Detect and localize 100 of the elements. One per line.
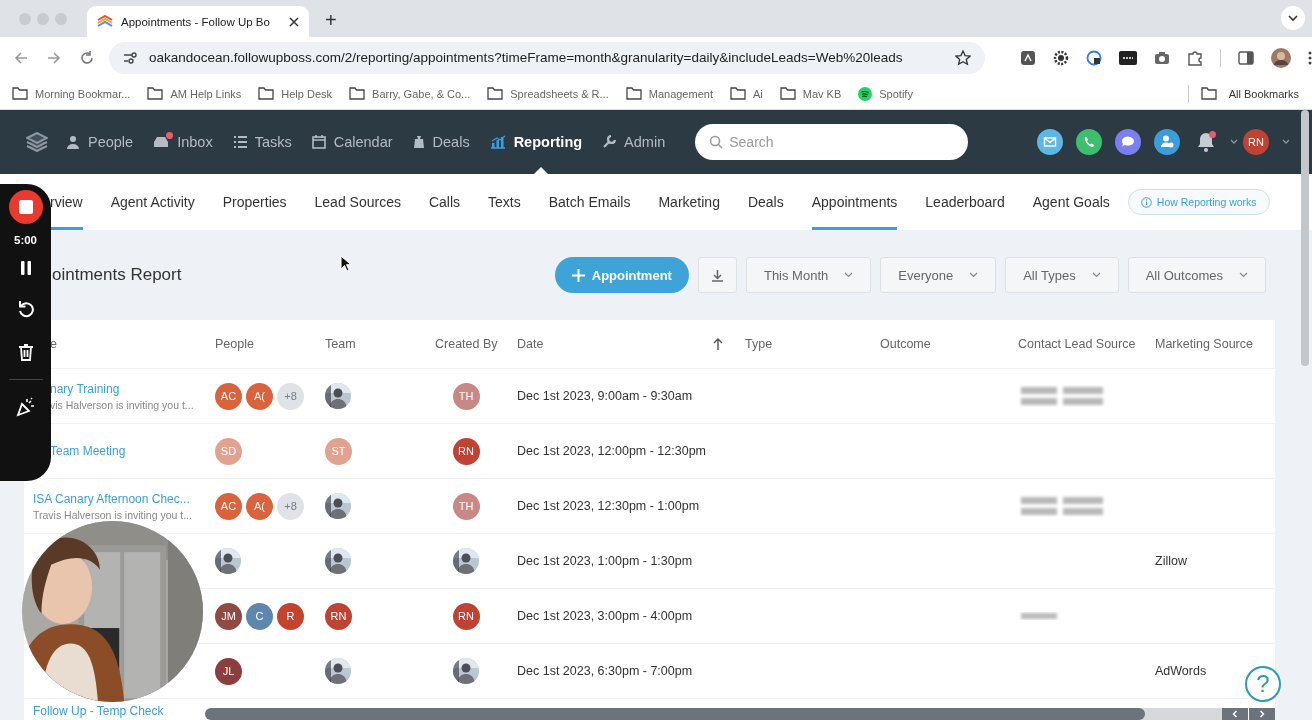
- date-cell: Dec 1st 2023, 1:00pm - 1:30pm: [517, 554, 693, 568]
- mail-icon[interactable]: [1037, 129, 1063, 155]
- bookmark-link[interactable]: Spreadsheets & R...: [510, 87, 609, 100]
- bookmark-link[interactable]: Mav KB: [802, 87, 842, 100]
- initials-avatar: AC: [215, 492, 242, 520]
- pause-icon[interactable]: [19, 261, 32, 275]
- address-bar[interactable]: oakandocean.followupboss.com/2/reporting/appointments?timeFrame=month&granularity=daily&includeLeads=Web%20leads: [108, 41, 985, 74]
- bell-icon[interactable]: [1195, 131, 1217, 153]
- date-cell: Dec 1st 2023, 12:30pm - 1:00pm: [517, 499, 700, 513]
- bookmark-link[interactable]: Barry, Gabe, & Co...: [372, 87, 471, 100]
- chevron-down-icon[interactable]: [1280, 5, 1306, 31]
- scroll-left-icon[interactable]: [1222, 708, 1248, 720]
- nav-item[interactable]: Deals: [412, 110, 470, 174]
- report-tab[interactable]: Deals: [747, 174, 784, 230]
- puzzle-icon[interactable]: [1187, 49, 1203, 66]
- column-header[interactable]: Type: [745, 337, 773, 351]
- forward-arrow-icon[interactable]: [46, 50, 61, 65]
- new-tab-button[interactable]: +: [315, 9, 347, 37]
- filter-dropdown[interactable]: This Month: [745, 257, 872, 293]
- extension-icon[interactable]: [1020, 49, 1036, 66]
- stacked-layers-logo-icon[interactable]: [26, 132, 48, 152]
- nav-item[interactable]: Calendar: [311, 110, 393, 174]
- vertical-scrollbar[interactable]: [1301, 110, 1309, 366]
- report-tab[interactable]: Leaderboard: [925, 174, 1005, 230]
- gear-icon[interactable]: [1053, 49, 1069, 66]
- report-tab[interactable]: Appointments: [811, 174, 898, 230]
- report-tab[interactable]: Calls: [428, 174, 461, 230]
- chevron-down-icon: [1091, 272, 1101, 278]
- phone-icon[interactable]: [1076, 129, 1102, 155]
- confetti-icon[interactable]: [15, 397, 36, 417]
- chevron-down-icon: [969, 272, 979, 278]
- url-text: oakandocean.followupboss.com/2/reporting/appointments?timeFrame=month&granularity=daily&includeLeads=Web%20leads: [148, 50, 904, 65]
- recording-timer: 5:00: [14, 234, 37, 246]
- filter-dropdown[interactable]: Everyone: [880, 257, 997, 293]
- stop-record-icon[interactable]: [8, 190, 43, 224]
- sort-up-arrow-icon[interactable]: [713, 338, 723, 350]
- chat-bubble-icon[interactable]: [1115, 129, 1141, 155]
- initials-avatar: ST: [325, 437, 352, 465]
- caret-icon[interactable]: [1282, 139, 1290, 145]
- reload-icon[interactable]: [79, 50, 94, 65]
- report-title: ointments Report: [52, 265, 182, 285]
- extension-icon[interactable]: [1086, 49, 1102, 66]
- bookmark-link[interactable]: Management: [648, 87, 713, 100]
- horizontal-scrollbar[interactable]: [205, 708, 1145, 720]
- report-tab[interactable]: Lead Sources: [314, 174, 401, 230]
- all-bookmarks-link[interactable]: All Bookmarks: [1228, 87, 1299, 100]
- person-icon: [66, 135, 80, 149]
- back-arrow-icon[interactable]: [14, 50, 28, 65]
- user-avatar[interactable]: RN: [1243, 129, 1269, 155]
- search-field[interactable]: Search: [695, 124, 969, 160]
- bookmark-link[interactable]: Spotify: [879, 87, 913, 100]
- report-tab[interactable]: Properties: [222, 174, 287, 230]
- star-icon[interactable]: [955, 49, 971, 66]
- download-button[interactable]: [697, 257, 737, 293]
- bookmark-link[interactable]: Help Desk: [281, 87, 333, 100]
- filter-dropdown[interactable]: All Types: [1005, 257, 1119, 293]
- music-logo-icon: [858, 86, 873, 101]
- caret-icon[interactable]: [1230, 139, 1238, 145]
- column-header[interactable]: Outcome: [880, 337, 931, 351]
- sidebar-icon[interactable]: [1238, 50, 1254, 65]
- column-header[interactable]: Contact Lead Source: [1018, 337, 1136, 351]
- mouse-pointer-icon: [340, 255, 352, 272]
- report-tab[interactable]: Agent Activity: [110, 174, 195, 230]
- marketing-source-cell: Zillow: [1155, 554, 1187, 568]
- scroll-right-icon[interactable]: [1249, 708, 1275, 720]
- report-tab[interactable]: Batch Emails: [548, 174, 631, 230]
- report-tab[interactable]: Texts: [488, 174, 521, 230]
- column-header[interactable]: Date: [517, 337, 544, 351]
- bookmark-link[interactable]: Morning Bookmar...: [35, 87, 131, 100]
- column-header[interactable]: People: [215, 337, 254, 351]
- nav-item[interactable]: Tasks: [232, 110, 292, 174]
- column-header[interactable]: Marketing Source: [1155, 337, 1253, 351]
- folder-icon: [487, 87, 504, 100]
- report-tab[interactable]: Marketing: [658, 174, 720, 230]
- column-header[interactable]: e: [50, 337, 57, 351]
- nav-item[interactable]: Admin: [602, 110, 666, 174]
- more-menu-icon[interactable]: [1308, 50, 1312, 65]
- folder-icon: [12, 87, 28, 100]
- extension-icon[interactable]: [1119, 50, 1137, 65]
- profile-avatar-icon[interactable]: [1271, 47, 1291, 68]
- date-cell: Dec 1st 2023, 12:00pm - 12:30pm: [517, 444, 706, 458]
- date-cell: Dec 1st 2023, 9:00am - 9:30am: [517, 389, 693, 403]
- bookmark-link[interactable]: AM Help Links: [170, 87, 242, 100]
- column-header[interactable]: Team: [325, 337, 356, 351]
- nav-item[interactable]: People: [66, 110, 134, 174]
- browser-tab[interactable]: Appointments - Follow Up Bo: [87, 6, 309, 37]
- report-tab[interactable]: Agent Goals: [1032, 174, 1110, 230]
- column-header[interactable]: Created By: [435, 337, 498, 351]
- more-count-badge[interactable]: +8: [277, 382, 304, 410]
- close-icon[interactable]: [289, 16, 299, 27]
- site-settings-icon[interactable]: [122, 51, 137, 64]
- trash-icon[interactable]: [17, 344, 34, 361]
- filter-dropdown[interactable]: All Outcomes: [1127, 257, 1266, 293]
- info-icon: [1140, 196, 1152, 208]
- restart-icon[interactable]: [16, 300, 35, 318]
- nav-item[interactable]: Inbox: [153, 110, 213, 174]
- person-add-icon[interactable]: [1154, 129, 1180, 155]
- bookmark-link[interactable]: Ai: [752, 87, 763, 100]
- more-count-badge[interactable]: +8: [277, 492, 304, 520]
- camera-icon[interactable]: [1154, 50, 1170, 65]
